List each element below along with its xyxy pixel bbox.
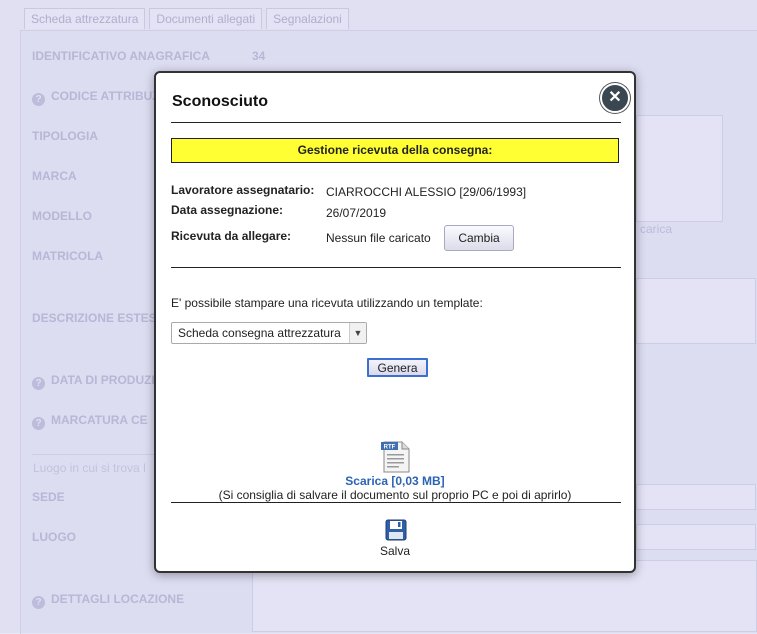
download-hint: (Si consiglia di salvare il documento su… (218, 488, 572, 502)
change-file-button[interactable]: Cambia (444, 225, 514, 251)
chevron-down-icon[interactable]: ▼ (349, 323, 366, 343)
template-select[interactable]: Scheda consegna attrezzatura ▼ (171, 322, 367, 344)
worker-value: CIARROCCHI ALESSIO [29/06/1993] (326, 185, 527, 199)
receipt-dialog: Sconosciuto ✕ Gestione ricevuta della co… (154, 71, 636, 573)
file-badge: RTF (384, 445, 396, 451)
section-banner: Gestione ricevuta della consegna: (171, 138, 619, 163)
title-divider (171, 122, 621, 123)
generate-button[interactable]: Genera (367, 358, 428, 377)
date-value: 26/07/2019 (326, 206, 387, 220)
close-icon[interactable]: ✕ (600, 83, 630, 113)
template-selected-value: Scheda consegna attrezzatura (178, 326, 341, 340)
worker-label: Lavoratore assegnatario: (171, 183, 315, 197)
footer-divider (171, 502, 621, 503)
dialog-title: Sconosciuto (172, 93, 269, 110)
rtf-file-icon[interactable]: RTF (381, 441, 411, 473)
section-divider (171, 267, 621, 268)
floppy-disk-icon[interactable] (385, 519, 407, 541)
download-link[interactable]: Scarica [0,03 MB] (156, 474, 634, 488)
template-info: E' possibile stampare una ricevuta utili… (171, 296, 483, 310)
date-label: Data assegnazione: (171, 203, 284, 217)
receipt-label: Ricevuta da allegare: (171, 229, 292, 243)
save-button[interactable]: Salva (156, 544, 634, 558)
receipt-value: Nessun file caricato (326, 231, 431, 245)
